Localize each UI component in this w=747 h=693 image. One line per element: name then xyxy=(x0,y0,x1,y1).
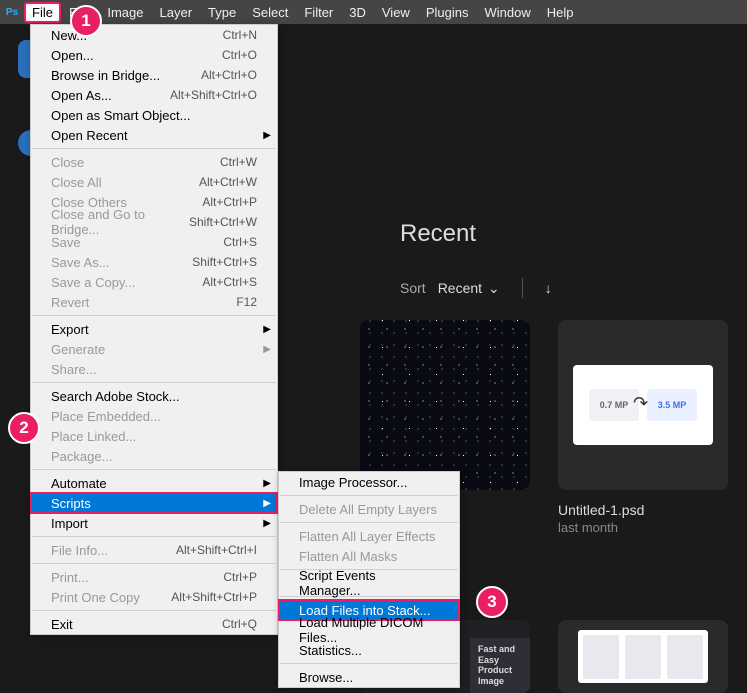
menuitem-open-smart[interactable]: Open as Smart Object... xyxy=(31,105,277,125)
scripts-submenu: Image Processor... Delete All Empty Laye… xyxy=(278,471,460,688)
separator xyxy=(32,148,276,149)
preview-text: Fast and Easy Product Image xyxy=(470,638,530,693)
thumb-title: Untitled-1.psd xyxy=(558,502,728,518)
preview-box xyxy=(625,635,661,679)
menu-image[interactable]: Image xyxy=(99,2,151,23)
menuitem-place-embedded[interactable]: Place Embedded... xyxy=(31,406,277,426)
menuitem-save-copy[interactable]: Save a Copy...Alt+Ctrl+S xyxy=(31,272,277,292)
divider xyxy=(522,278,523,298)
menuitem-new[interactable]: New...Ctrl+N xyxy=(31,25,277,45)
menu-help[interactable]: Help xyxy=(539,2,582,23)
separator xyxy=(280,663,458,664)
preview-box xyxy=(667,635,703,679)
menuitem-save[interactable]: SaveCtrl+S xyxy=(31,232,277,252)
menuitem-close[interactable]: CloseCtrl+W xyxy=(31,152,277,172)
sort-label: Sort xyxy=(400,280,426,296)
preview-box xyxy=(583,635,619,679)
submenu-image-processor[interactable]: Image Processor... xyxy=(279,472,459,492)
thumb-subtitle: last month xyxy=(558,520,728,535)
separator xyxy=(32,382,276,383)
welcome-screen: Recent Sort Recent ⌄ ↓ xyxy=(300,100,747,318)
separator xyxy=(32,315,276,316)
annotation-badge-1: 1 xyxy=(70,5,102,37)
photoshop-logo-icon: Ps xyxy=(4,4,20,20)
thumb-image: 0.7 MP ↷ 3.5 MP xyxy=(558,320,728,490)
sort-direction-icon[interactable]: ↓ xyxy=(545,280,552,296)
menu-3d[interactable]: 3D xyxy=(341,2,374,23)
submenu-arrow-icon: ▶ xyxy=(263,130,271,141)
mp-left: 0.7 MP xyxy=(589,389,639,421)
submenu-arrow-icon: ▶ xyxy=(263,518,271,529)
menu-view[interactable]: View xyxy=(374,2,418,23)
thumb-image xyxy=(360,320,530,490)
menu-file[interactable]: File xyxy=(24,2,61,23)
submenu-delete-empty-layers[interactable]: Delete All Empty Layers xyxy=(279,499,459,519)
submenu-arrow-icon: ▶ xyxy=(263,344,271,355)
menuitem-open-as[interactable]: Open As...Alt+Shift+Ctrl+O xyxy=(31,85,277,105)
menubar: Ps File Edit Image Layer Type Select Fil… xyxy=(0,0,747,24)
menuitem-close-bridge[interactable]: Close and Go to Bridge...Shift+Ctrl+W xyxy=(31,212,277,232)
separator xyxy=(280,495,458,496)
separator xyxy=(32,610,276,611)
menuitem-share[interactable]: Share... xyxy=(31,359,277,379)
menuitem-import[interactable]: Import▶ xyxy=(31,513,277,533)
annotation-badge-2: 2 xyxy=(8,412,40,444)
chevron-down-icon: ⌄ xyxy=(488,280,500,297)
menuitem-exit[interactable]: ExitCtrl+Q xyxy=(31,614,277,634)
menuitem-package[interactable]: Package... xyxy=(31,446,277,466)
menuitem-open-recent[interactable]: Open Recent▶ xyxy=(31,125,277,145)
arrow-icon: ↷ xyxy=(633,393,648,414)
menuitem-print-one[interactable]: Print One CopyAlt+Shift+Ctrl+P xyxy=(31,587,277,607)
white-preview: 0.7 MP ↷ 3.5 MP xyxy=(573,365,713,445)
submenu-arrow-icon: ▶ xyxy=(263,478,271,489)
separator xyxy=(32,469,276,470)
menu-type[interactable]: Type xyxy=(200,2,244,23)
menu-filter[interactable]: Filter xyxy=(296,2,341,23)
starfield-preview xyxy=(360,320,530,490)
menuitem-file-info[interactable]: File Info...Alt+Shift+Ctrl+I xyxy=(31,540,277,560)
menuitem-browse-bridge[interactable]: Browse in Bridge...Alt+Ctrl+O xyxy=(31,65,277,85)
menu-plugins[interactable]: Plugins xyxy=(418,2,477,23)
separator xyxy=(32,536,276,537)
submenu-flatten-layer-effects[interactable]: Flatten All Layer Effects xyxy=(279,526,459,546)
separator xyxy=(280,522,458,523)
sort-row: Sort Recent ⌄ ↓ xyxy=(400,278,707,298)
submenu-browse[interactable]: Browse... xyxy=(279,667,459,687)
menu-select[interactable]: Select xyxy=(244,2,296,23)
submenu-arrow-icon: ▶ xyxy=(263,498,271,509)
menuitem-close-all[interactable]: Close AllAlt+Ctrl+W xyxy=(31,172,277,192)
submenu-flatten-masks[interactable]: Flatten All Masks xyxy=(279,546,459,566)
file-dropdown: New...Ctrl+N Open...Ctrl+O Browse in Bri… xyxy=(30,24,278,635)
annotation-badge-3: 3 xyxy=(476,586,508,618)
menuitem-export[interactable]: Export▶ xyxy=(31,319,277,339)
menuitem-search-stock[interactable]: Search Adobe Stock... xyxy=(31,386,277,406)
submenu-statistics[interactable]: Statistics... xyxy=(279,640,459,660)
menuitem-place-linked[interactable]: Place Linked... xyxy=(31,426,277,446)
sort-dropdown[interactable]: Recent ⌄ xyxy=(438,280,500,297)
recent-item[interactable]: 0.7 MP ↷ 3.5 MP Untitled-1.psd last mont… xyxy=(558,320,728,535)
section-title: Recent xyxy=(400,220,707,248)
menuitem-open[interactable]: Open...Ctrl+O xyxy=(31,45,277,65)
separator xyxy=(32,563,276,564)
submenu-arrow-icon: ▶ xyxy=(263,324,271,335)
recent-item[interactable] xyxy=(558,620,728,693)
mp-right: 3.5 MP xyxy=(647,389,697,421)
menu-layer[interactable]: Layer xyxy=(152,2,201,23)
menuitem-revert[interactable]: RevertF12 xyxy=(31,292,277,312)
menuitem-automate[interactable]: Automate▶ xyxy=(31,473,277,493)
submenu-script-events-manager[interactable]: Script Events Manager... xyxy=(279,573,459,593)
sort-value-text: Recent xyxy=(438,280,482,296)
menuitem-save-as[interactable]: Save As...Shift+Ctrl+S xyxy=(31,252,277,272)
submenu-load-dicom[interactable]: Load Multiple DICOM Files... xyxy=(279,620,459,640)
menuitem-scripts[interactable]: Scripts▶ xyxy=(31,493,277,513)
menu-window[interactable]: Window xyxy=(476,2,538,23)
light-preview xyxy=(578,630,708,683)
menuitem-generate[interactable]: Generate▶ xyxy=(31,339,277,359)
menuitem-print[interactable]: Print...Ctrl+P xyxy=(31,567,277,587)
